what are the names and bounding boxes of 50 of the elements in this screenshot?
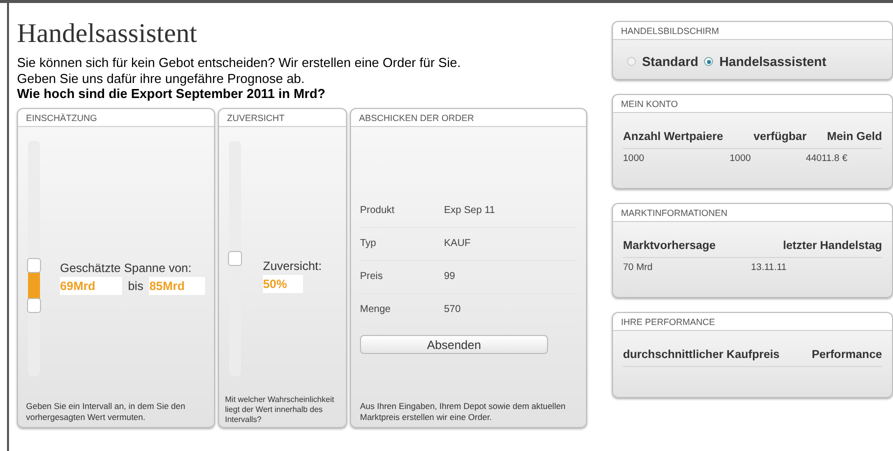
page-title: Handelsassistent (17, 17, 197, 49)
intro-text: Geben Sie uns dafür ihre ungefähre Prognose ab. (17, 70, 305, 86)
order-value: KAUF (444, 237, 471, 251)
radio-label: Handelsassistent (719, 53, 826, 71)
range-to-field[interactable]: 85Mrd (149, 276, 206, 294)
column-header: durchschnittlicher Kaufpreis (623, 348, 780, 363)
column-header: verfügbar (754, 130, 807, 145)
panel-header: IHRE PERFORMANCE (621, 317, 716, 327)
range-slider-track[interactable] (28, 140, 40, 376)
radio-button[interactable] (627, 57, 636, 66)
table-cell-text: 44011.8 € (806, 152, 848, 166)
panel-header: MARKTINFORMATIONEN (621, 208, 728, 218)
order-label: Preis (360, 270, 384, 284)
radio-label: Standard (642, 53, 698, 71)
column-header: Mein Geld (827, 130, 882, 145)
table-cell-text: 1000 (730, 152, 752, 166)
range-from-field[interactable]: 69Mrd (60, 276, 122, 294)
slider-thumb[interactable] (27, 258, 41, 274)
confidence-field[interactable]: 50% (263, 274, 303, 292)
table-cell-text: 1000 (623, 152, 646, 166)
column-header: letzter Handelstag (782, 239, 882, 254)
hint-text: Aus Ihren Eingaben, Ihrem Depot sowie dem aktuellen Marktpreis erstellen wir eine Order. (359, 400, 567, 424)
order-value: Exp Sep 11 (444, 204, 495, 218)
submit-button[interactable]: Absenden (360, 334, 548, 354)
range-to-label: bis (128, 278, 144, 294)
confidence-label: Zuversicht: (263, 258, 322, 274)
order-label: Produkt (360, 204, 396, 218)
slider-thumb[interactable] (228, 251, 242, 266)
column-header: Marktvorhersage (623, 239, 716, 254)
table-cell-text: 70 Mrd (623, 261, 654, 276)
panel-header: ZUVERSICHT (227, 112, 285, 122)
question: Wie hoch sind die Export September 2011 in Mrd? (17, 86, 326, 102)
intro-text: Sie können sich für kein Gebot entscheiden? Wir erstellen eine Order für Sie. (17, 55, 461, 70)
panel-header: ABSCHICKEN DER ORDER (359, 112, 474, 122)
slider-thumb[interactable] (27, 298, 41, 313)
hint-text: Geben Sie ein Intervall an, in dem Sie den vorhergesagten Wert vermuten. (25, 400, 186, 424)
hint-text: Mit welcher Wahrscheinlichkeit liegt der Wert innerhalb des Intervalls? (224, 394, 336, 426)
column-header: Performance (812, 348, 882, 363)
panel-header: EINSCHÄTZUNG (26, 112, 98, 122)
radio-button[interactable] (704, 57, 714, 66)
order-label: Menge (360, 303, 392, 317)
table-cell: 13.11.11 (751, 261, 787, 276)
order-value: 570 (444, 303, 461, 317)
slider-track[interactable] (229, 140, 241, 376)
order-value: 99 (444, 270, 456, 284)
range-label: Geschätzte Spanne von: (60, 260, 192, 276)
column-header: Anzahl Wertpaiere (623, 130, 724, 145)
panel-header: MEIN KONTO (621, 99, 678, 109)
panel-header: HANDELSBILDSCHIRM (621, 26, 720, 36)
order-label: Typ (360, 237, 378, 251)
